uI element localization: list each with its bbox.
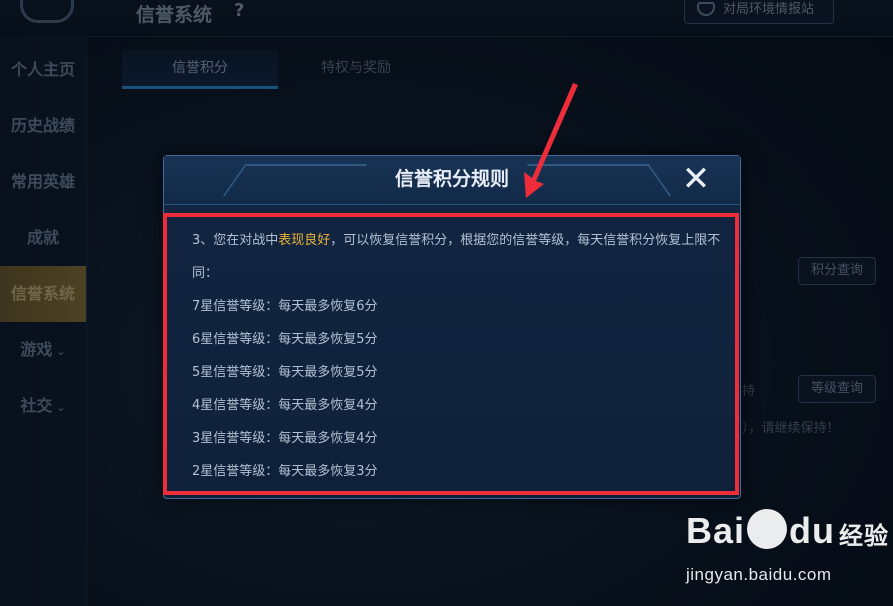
level-rule-5: 5星信誉等级：每天最多恢复5分 bbox=[192, 365, 378, 380]
paw-icon bbox=[747, 509, 788, 550]
baidu-watermark-logo: Bai du 经验 bbox=[686, 509, 890, 551]
level-rule-2: 2星信誉等级：每天最多恢复3分 bbox=[192, 464, 378, 479]
level-rule-7: 7星信誉等级：每天最多恢复6分 bbox=[192, 299, 378, 314]
level-rule-4: 4星信誉等级：每天最多恢复4分 bbox=[192, 398, 378, 413]
dialog-title: 信誉积分规则 bbox=[394, 168, 509, 190]
highlight-text: 表现良好 bbox=[278, 233, 331, 248]
rules-content: 3、您在对战中表现良好，可以恢复信誉积分，根据您的信誉等级，每天信誉积分恢复上限… bbox=[192, 224, 722, 488]
rule-intro: 3、您在对战中表现良好，可以恢复信誉积分，根据您的信誉等级，每天信誉积分恢复上限… bbox=[192, 233, 721, 281]
credit-rules-dialog: 信誉积分规则 ✕ 3、您在对战中表现良好，可以恢复信誉积分，根据您的信誉等级，每… bbox=[163, 155, 741, 499]
dialog-header: 信誉积分规则 ✕ bbox=[164, 156, 740, 205]
level-rule-6: 6星信誉等级：每天最多恢复5分 bbox=[192, 332, 378, 347]
close-icon[interactable]: ✕ bbox=[676, 162, 716, 198]
level-rule-3: 3星信誉等级：每天最多恢复4分 bbox=[192, 431, 378, 446]
watermark-url: jingyan.baidu.com bbox=[686, 565, 832, 584]
